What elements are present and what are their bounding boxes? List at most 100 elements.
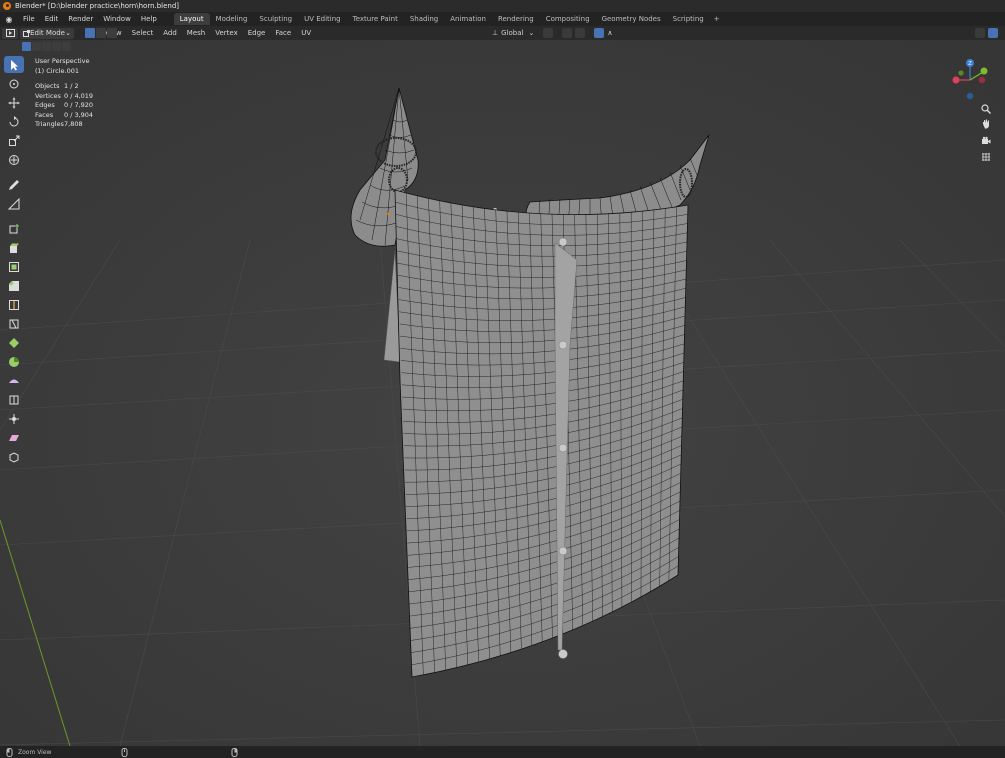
rotate-icon: [9, 115, 19, 126]
falloff-icon[interactable]: ∧: [607, 29, 612, 37]
menu-file[interactable]: File: [18, 12, 40, 26]
header-menu-select[interactable]: Select: [127, 29, 159, 37]
header-face-mode-icon[interactable]: [107, 28, 117, 38]
menu-render[interactable]: Render: [63, 12, 98, 26]
neg-z-handle[interactable]: [966, 92, 974, 100]
shear-tool[interactable]: [4, 429, 24, 446]
bevel-tool[interactable]: [4, 277, 24, 294]
mouse-right-icon: [231, 747, 238, 757]
neg-x-handle[interactable]: [978, 76, 986, 84]
spin-tool[interactable]: [4, 353, 24, 370]
window-title: Blender* [D:\blender practice\horn\horn.…: [15, 2, 180, 10]
tab-shading[interactable]: Shading: [404, 13, 444, 25]
header-menu-edge[interactable]: Edge: [243, 29, 271, 37]
measure-tool[interactable]: [4, 195, 24, 212]
face-select-button[interactable]: [42, 42, 51, 51]
title-bar: Blender* [D:\blender practice\horn\horn.…: [0, 0, 1005, 12]
poly-build-tool[interactable]: [4, 334, 24, 351]
menu-window[interactable]: Window: [98, 12, 136, 26]
editor-type-button[interactable]: [2, 27, 18, 39]
crosshair-icon: [9, 79, 19, 88]
stat-value: 0 / 3,904: [64, 110, 94, 119]
select-mode-extend-button[interactable]: [52, 42, 61, 51]
navigation-gizmo[interactable]: Z: [950, 58, 990, 102]
header-menu-add[interactable]: Add: [158, 29, 182, 37]
mesh-stats: Objects 1 / 2 Vertices 0 / 4,019 Edges 0 / …: [35, 82, 93, 130]
scale-tool[interactable]: [4, 132, 24, 149]
hand-icon: [983, 119, 989, 129]
move-icon: [8, 97, 20, 108]
orthographic-toggle-button[interactable]: [979, 150, 993, 164]
tab-animation[interactable]: Animation: [444, 13, 492, 25]
tab-scripting[interactable]: Scripting: [667, 13, 710, 25]
edge-select-button[interactable]: [32, 42, 41, 51]
header-menu-uv[interactable]: UV: [296, 29, 316, 37]
spin-icon: [9, 356, 19, 367]
inset-faces-tool[interactable]: [4, 258, 24, 275]
tab-texture-paint[interactable]: Texture Paint: [347, 13, 404, 25]
rip-region-tool[interactable]: [4, 448, 24, 465]
select-mode-subtract-button[interactable]: [62, 42, 71, 51]
tab-geometry-nodes[interactable]: Geometry Nodes: [596, 13, 667, 25]
pan-view-button[interactable]: [979, 117, 993, 131]
chevron-down-icon: ⌄: [65, 29, 71, 37]
smooth-tool[interactable]: [4, 372, 24, 389]
mouse-middle-icon: [121, 747, 128, 757]
viewport-scene[interactable]: [0, 40, 1005, 746]
stat-value: 1 / 2: [64, 82, 79, 90]
camera-view-button[interactable]: [979, 134, 993, 148]
header-edge-mode-icon[interactable]: [96, 28, 106, 38]
blender-menu-icon[interactable]: ◉: [0, 15, 18, 24]
add-workspace-button[interactable]: +: [710, 15, 724, 23]
status-bar: Zoom View: [0, 746, 1005, 758]
rip-region-icon: [9, 451, 19, 463]
snap-icon[interactable]: [562, 28, 573, 38]
shrink-fatten-tool[interactable]: [4, 410, 24, 427]
loop-cut-tool[interactable]: [4, 296, 24, 313]
rotate-tool[interactable]: [4, 113, 24, 130]
overlay-toggle-icon[interactable]: [988, 28, 998, 38]
mode-dropdown[interactable]: Edit Mode ⌄: [20, 27, 74, 39]
pivot-icon[interactable]: [543, 28, 554, 38]
stat-value: 7,808: [64, 120, 83, 128]
edge-slide-icon: [9, 395, 19, 404]
orientation-dropdown[interactable]: Global: [501, 29, 523, 37]
neg-y-handle[interactable]: [958, 70, 964, 76]
move-tool[interactable]: [4, 94, 24, 111]
scale-icon: [9, 135, 20, 146]
select-box-tool[interactable]: [4, 56, 24, 73]
header-menu-face[interactable]: Face: [270, 29, 296, 37]
tab-modeling[interactable]: Modeling: [210, 13, 254, 25]
annotate-tool[interactable]: [4, 176, 24, 193]
zoom-view-button[interactable]: [979, 102, 993, 116]
edge-slide-tool[interactable]: [4, 391, 24, 408]
tab-uv-editing[interactable]: UV Editing: [298, 13, 347, 25]
vertex-select-button[interactable]: [22, 42, 31, 51]
header-vertex-mode-icon[interactable]: [85, 28, 95, 38]
y-axis-handle[interactable]: [980, 67, 988, 75]
proportional-edit-icon[interactable]: [594, 28, 605, 38]
3d-viewport[interactable]: User Perspective (1) Circle.001 Objects 1…: [0, 40, 1005, 746]
header-menu-vertex[interactable]: Vertex: [210, 29, 243, 37]
z-axis-label: Z: [968, 61, 972, 67]
tab-sculpting[interactable]: Sculpting: [253, 13, 298, 25]
header-menu-mesh[interactable]: Mesh: [182, 29, 210, 37]
stat-label: Objects: [35, 82, 60, 90]
tab-rendering[interactable]: Rendering: [492, 13, 540, 25]
x-axis-handle[interactable]: [952, 76, 960, 84]
menu-edit[interactable]: Edit: [40, 12, 64, 26]
menu-help[interactable]: Help: [136, 12, 162, 26]
tool-shelf: [4, 56, 26, 465]
active-object-name: (1) Circle.001: [35, 66, 79, 75]
pencil-icon: [9, 179, 19, 190]
cursor-tool[interactable]: [4, 75, 24, 92]
knife-tool[interactable]: [4, 315, 24, 332]
snap-target-icon[interactable]: [575, 28, 586, 38]
viewport-gizmo-toggle-icon[interactable]: [975, 28, 985, 38]
add-cube-tool[interactable]: [4, 220, 24, 237]
tab-layout[interactable]: Layout: [173, 13, 210, 25]
cursor-arrow-icon: [11, 59, 18, 70]
tab-compositing[interactable]: Compositing: [540, 13, 596, 25]
extrude-region-tool[interactable]: [4, 239, 24, 256]
transform-tool[interactable]: [4, 151, 24, 168]
